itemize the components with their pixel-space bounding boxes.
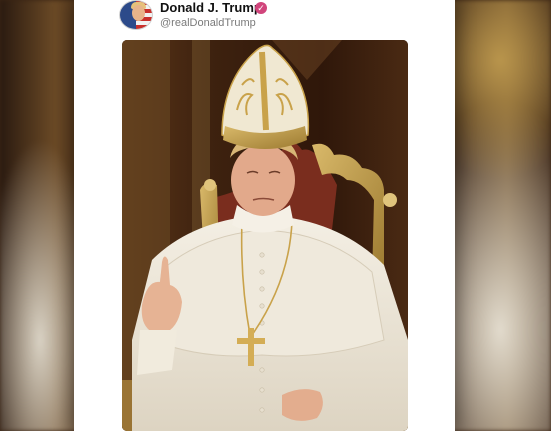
face [231,144,295,216]
mitre-orphrey [259,51,269,131]
author-handle[interactable]: @realDonaldTrump [160,16,256,30]
post-card: Donald J. Trump ✓ @realDonaldTrump [74,0,455,431]
post-header: Donald J. Trump ✓ @realDonaldTrump [74,0,455,40]
post-image[interactable] [122,40,408,431]
author-name[interactable]: Donald J. Trump [160,0,262,16]
sleeve-left [137,330,177,375]
verified-badge-icon: ✓ [255,2,267,14]
avatar-face [132,5,145,21]
throne-finial-right [383,193,397,207]
resting-hand [282,389,323,421]
author-avatar[interactable] [119,0,153,30]
throne-finial-left [204,179,216,191]
